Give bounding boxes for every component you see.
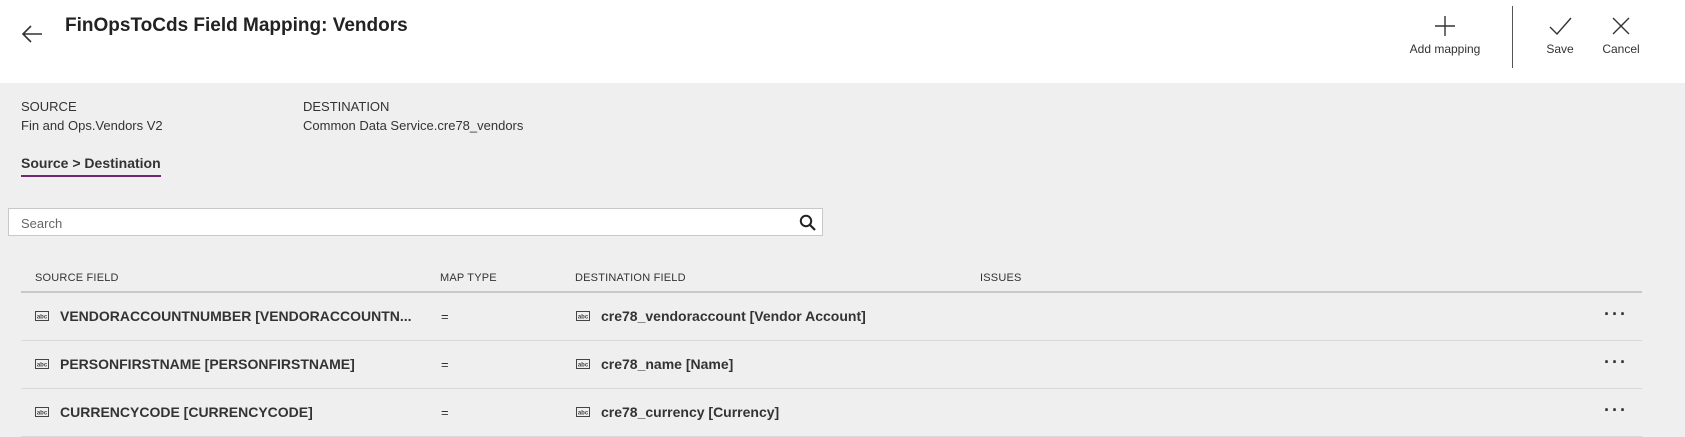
text-field-icon: abc	[35, 359, 49, 369]
svg-text:abc: abc	[578, 315, 589, 321]
text-field-icon: abc	[576, 359, 590, 369]
page-title: FinOpsToCds Field Mapping: Vendors	[65, 15, 408, 36]
text-field-icon: abc	[35, 407, 49, 417]
back-button[interactable]	[18, 20, 46, 48]
destination-field: cre78_name [Name]	[601, 356, 734, 372]
back-arrow-icon	[21, 25, 42, 43]
field-mapping-grid: SOURCE FIELD MAP TYPE DESTINATION FIELD …	[21, 268, 1642, 437]
command-divider	[1512, 6, 1513, 68]
add-mapping-label: Add mapping	[1409, 42, 1481, 56]
search-input[interactable]	[19, 209, 793, 237]
save-button[interactable]: Save	[1536, 14, 1584, 56]
tab-source-destination[interactable]: Source > Destination	[21, 155, 161, 177]
source-field: PERSONFIRSTNAME [PERSONFIRSTNAME]	[60, 356, 355, 372]
destination-label: DESTINATION	[303, 99, 390, 114]
table-row[interactable]: abc VENDORACCOUNTNUMBER [VENDORACCOUNTN.…	[21, 293, 1642, 341]
grid-header: SOURCE FIELD MAP TYPE DESTINATION FIELD …	[21, 268, 1642, 293]
svg-text:abc: abc	[37, 315, 48, 321]
command-bar: FinOpsToCds Field Mapping: Vendors Add m…	[0, 0, 1685, 83]
map-type: =	[441, 309, 449, 324]
destination-field: cre78_currency [Currency]	[601, 404, 780, 420]
more-options-button[interactable]: ···	[1604, 352, 1628, 373]
destination-field: cre78_vendoraccount [Vendor Account]	[601, 308, 866, 324]
svg-text:abc: abc	[37, 363, 48, 369]
column-header-destination-field[interactable]: DESTINATION FIELD	[575, 272, 686, 284]
save-label: Save	[1546, 42, 1574, 56]
more-options-button[interactable]: ···	[1604, 400, 1628, 421]
cancel-button[interactable]: Cancel	[1596, 14, 1646, 56]
text-field-icon: abc	[35, 311, 49, 321]
more-options-button[interactable]: ···	[1604, 304, 1628, 325]
add-mapping-button[interactable]: Add mapping	[1405, 14, 1485, 56]
svg-text:abc: abc	[578, 363, 589, 369]
destination-value: Common Data Service.cre78_vendors	[303, 118, 524, 133]
column-header-source-field[interactable]: SOURCE FIELD	[35, 272, 119, 284]
checkmark-icon	[1549, 17, 1572, 36]
column-header-issues[interactable]: ISSUES	[980, 272, 1022, 284]
source-field: VENDORACCOUNTNUMBER [VENDORACCOUNTN...	[60, 308, 412, 324]
plus-icon	[1435, 16, 1455, 36]
map-type: =	[441, 357, 449, 372]
column-header-map-type[interactable]: MAP TYPE	[440, 272, 497, 284]
table-row[interactable]: abc CURRENCYCODE [CURRENCYCODE] = abc cr…	[21, 389, 1642, 437]
table-row[interactable]: abc PERSONFIRSTNAME [PERSONFIRSTNAME] = …	[21, 341, 1642, 389]
search-icon[interactable]	[799, 214, 816, 231]
search-box	[8, 208, 823, 237]
source-field: CURRENCYCODE [CURRENCYCODE]	[60, 404, 313, 420]
map-type: =	[441, 405, 449, 420]
cancel-label: Cancel	[1602, 42, 1640, 56]
source-value: Fin and Ops.Vendors V2	[21, 118, 163, 133]
text-field-icon: abc	[576, 407, 590, 417]
text-field-icon: abc	[576, 311, 590, 321]
svg-text:abc: abc	[578, 411, 589, 417]
source-label: SOURCE	[21, 99, 77, 114]
close-icon	[1612, 17, 1630, 35]
svg-text:abc: abc	[37, 411, 48, 417]
